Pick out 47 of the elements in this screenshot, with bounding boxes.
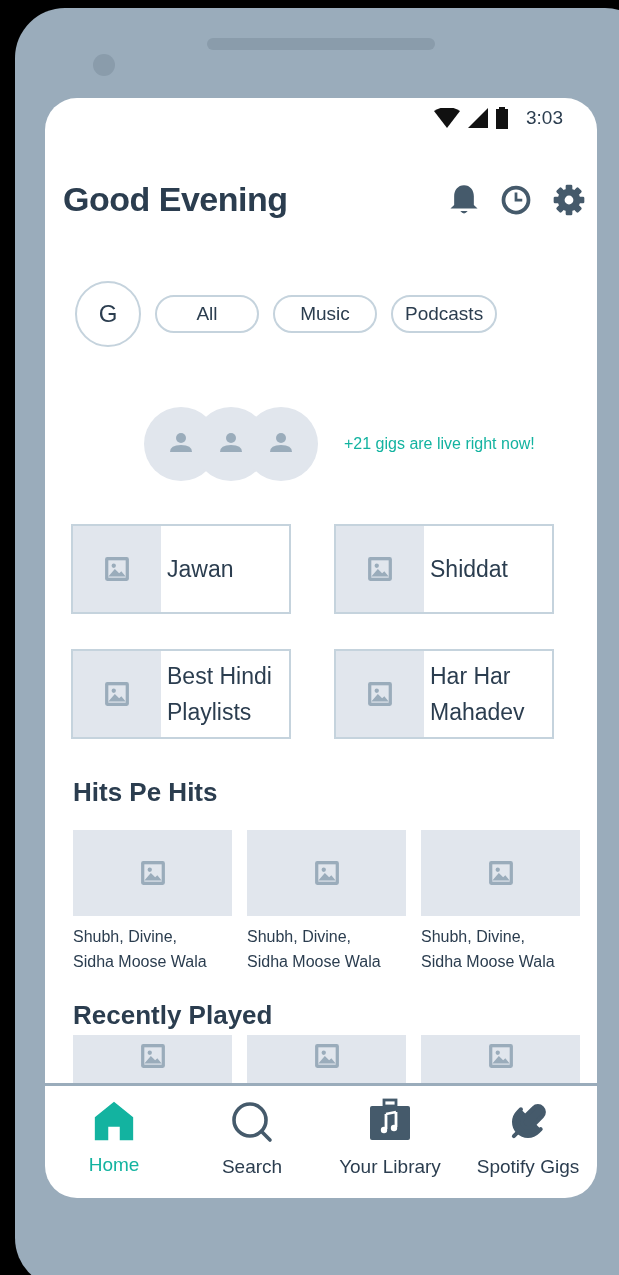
- shortcut-title: Har Har Mahadev: [429, 662, 526, 727]
- filter-chip[interactable]: Music: [273, 295, 377, 333]
- settings-button[interactable]: [553, 183, 585, 216]
- image-icon: [487, 1043, 514, 1069]
- settings-icon: [553, 183, 585, 216]
- wifi-icon: [434, 108, 460, 128]
- card-caption: Shubh, Divine, Sidha Moose Wala: [73, 927, 208, 972]
- shortcut-card[interactable]: Jawan: [71, 524, 291, 614]
- image-icon: [367, 681, 393, 707]
- image-icon: [139, 860, 166, 886]
- nav-tab[interactable]: Your Library: [321, 1086, 459, 1198]
- history-button[interactable]: [501, 184, 531, 215]
- shortcut-title: Best Hindi Playlists: [166, 662, 273, 727]
- image-icon: [313, 1043, 340, 1069]
- shortcut-card[interactable]: Har Har Mahadev: [334, 649, 554, 739]
- section-title: Recently Played: [72, 999, 274, 1031]
- greeting-title: Good Evening: [63, 180, 289, 219]
- section-title: Hits Pe Hits: [72, 776, 219, 808]
- image-placeholder[interactable]: [247, 830, 406, 916]
- shortcut-card[interactable]: Best Hindi Playlists: [71, 649, 291, 739]
- image-placeholder[interactable]: [247, 1035, 406, 1083]
- signal-icon: [468, 108, 488, 128]
- nav-tab[interactable]: Search: [183, 1086, 321, 1198]
- filter-chip[interactable]: Podcasts: [391, 295, 498, 333]
- shortcut-title: Shiddat: [429, 555, 509, 584]
- card-caption: Shubh, Divine, Sidha Moose Wala: [421, 927, 556, 972]
- status-time: 3:03: [526, 107, 563, 129]
- shortcut-card[interactable]: Shiddat: [334, 524, 554, 614]
- image-icon: [104, 681, 130, 707]
- nav-tab[interactable]: Spotify Gigs: [459, 1086, 597, 1198]
- profile-avatar[interactable]: G: [75, 281, 141, 347]
- image-icon: [139, 1043, 166, 1069]
- image-placeholder[interactable]: [73, 830, 232, 916]
- image-icon: [313, 860, 340, 886]
- image-placeholder[interactable]: [421, 830, 580, 916]
- notifications-button[interactable]: [449, 183, 479, 216]
- image-icon: [367, 556, 393, 582]
- image-placeholder[interactable]: [421, 1035, 580, 1083]
- battery-icon: [496, 107, 508, 129]
- filter-chip[interactable]: All: [155, 295, 259, 333]
- image-icon: [104, 556, 130, 582]
- shortcut-title: Jawan: [166, 555, 235, 584]
- bell-icon: [449, 183, 479, 216]
- clock-icon: [501, 184, 531, 215]
- card-caption: Shubh, Divine, Sidha Moose Wala: [247, 927, 382, 972]
- image-icon: [487, 860, 514, 886]
- image-placeholder[interactable]: [73, 1035, 232, 1083]
